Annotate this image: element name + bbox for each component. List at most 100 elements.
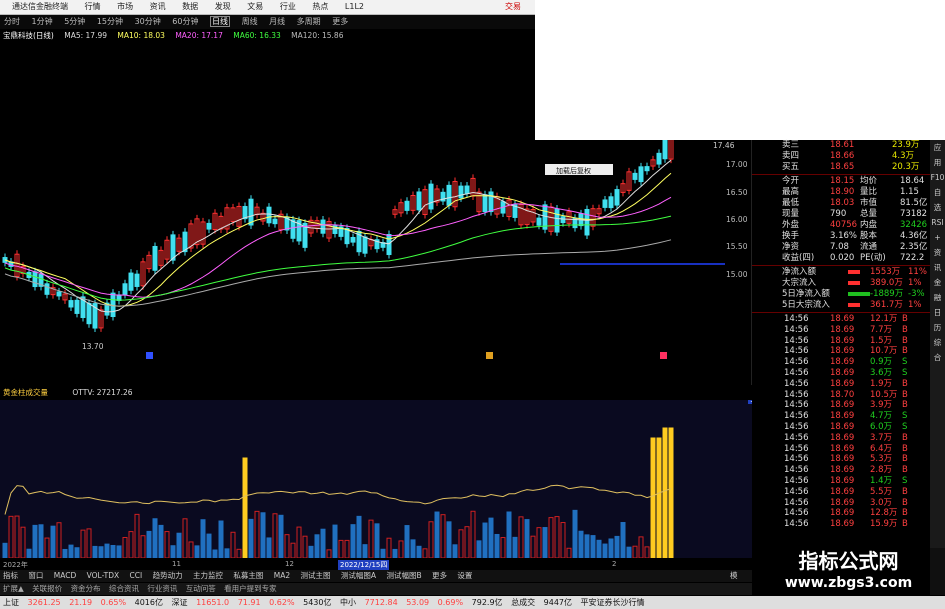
tab-trend[interactable]: 趋势动力 (153, 571, 183, 580)
index-bar: 上证 3261.25 21.19 0.65% 4016亿 深证 11651.0 … (0, 596, 945, 609)
volume-bar (494, 533, 500, 558)
sz-label[interactable]: 深证 (172, 598, 188, 607)
tick-row: 14:56 18.69 7.7万 B (752, 325, 930, 336)
sidebar-item[interactable]: 合 (930, 350, 945, 365)
ext-expert[interactable]: 看用户提到专家 (224, 584, 277, 593)
ext-quote[interactable]: 关联报价 (32, 584, 62, 593)
ext-expand[interactable]: 扩展▲ (3, 584, 24, 593)
tick-time: 14:56 (784, 389, 809, 400)
tick-side: B (902, 324, 908, 335)
tick-side: B (902, 400, 908, 411)
sh-label[interactable]: 上证 (3, 598, 19, 607)
ext-capital[interactable]: 资金分布 (71, 584, 101, 593)
sidebar-item[interactable]: 综 (930, 335, 945, 350)
tab-settings[interactable]: 设置 (457, 571, 472, 580)
date-axis: 2022年 11 12 2022/12/15四 2 (0, 560, 752, 570)
candle-body (386, 234, 392, 256)
menu-wenyi[interactable]: 文易 (247, 2, 263, 11)
volume-bar (68, 544, 74, 558)
tab-macd[interactable]: MACD (54, 571, 76, 580)
tab-test-main[interactable]: 测试主图 (301, 571, 331, 580)
ext-news[interactable]: 综合资讯 (109, 584, 139, 593)
watermark-url: www.zbgs3.com (784, 575, 913, 591)
period-15min[interactable]: 15分钟 (97, 17, 123, 26)
flow-label: 5日净流入额 (782, 289, 830, 299)
tick-volume: 4.7万 (870, 411, 893, 422)
menu-hangye[interactable]: 行业 (280, 2, 296, 11)
ext-qa[interactable]: 互动问答 (186, 584, 216, 593)
volume-bar (164, 531, 170, 558)
sidebar-item[interactable]: RSI (930, 215, 945, 230)
candle-body (86, 302, 92, 325)
volume-bar (536, 527, 542, 558)
sidebar-item[interactable]: 日 (930, 305, 945, 320)
tab-ma2[interactable]: MA2 (274, 571, 290, 580)
tick-side: S (902, 357, 908, 368)
tab-private[interactable]: 私募主图 (233, 571, 263, 580)
candlestick-chart[interactable]: 17.46 13.70 17.00 16.50 16.00 15.50 15.0… (0, 140, 752, 385)
sidebar-item[interactable]: 历 (930, 320, 945, 335)
menu-redian[interactable]: 热点 (312, 2, 328, 11)
candle-body (656, 152, 662, 165)
menu-shichang[interactable]: 市场 (117, 2, 133, 11)
menu-zixun[interactable]: 资讯 (150, 2, 166, 11)
tab-test-a[interactable]: 测试幅图A (341, 571, 376, 580)
tab-window[interactable]: 窗口 (28, 571, 43, 580)
flow-row: 5日大宗流入 361.7万 1% (752, 300, 930, 311)
volume-bar (278, 514, 284, 558)
sz-change: 71.91 (237, 598, 261, 607)
sidebar-item[interactable]: 应 (930, 140, 945, 155)
sidebar-item[interactable]: 融 (930, 290, 945, 305)
menu-hangqing[interactable]: 行情 (85, 2, 101, 11)
period-multi[interactable]: 多周期 (297, 17, 321, 26)
tab-more[interactable]: 更多 (432, 571, 447, 580)
period-5min[interactable]: 5分钟 (64, 17, 85, 26)
sidebar-item[interactable]: 资 (930, 245, 945, 260)
sidebar-item[interactable]: 金 (930, 275, 945, 290)
period-more[interactable]: 更多 (332, 17, 348, 26)
sz-value: 11651.0 (196, 598, 230, 607)
order-volume: 20.3万 (892, 162, 920, 172)
tab-main-monitor[interactable]: 主力监控 (193, 571, 223, 580)
period-monthly[interactable]: 月线 (269, 17, 285, 26)
volume-chart[interactable]: 15113 14000 12000 10000 8000 6000 4000 2… (0, 400, 752, 558)
tick-price: 18.69 (830, 357, 855, 368)
tick-price: 18.69 (830, 454, 855, 465)
flow-value: 389.0万 (870, 278, 903, 288)
tab-cci[interactable]: CCI (130, 571, 143, 580)
period-weekly[interactable]: 周线 (242, 17, 258, 26)
app-title: 通达信金融终端 (12, 2, 68, 11)
sh-change: 21.19 (69, 598, 93, 607)
ext-industry[interactable]: 行业资讯 (147, 584, 177, 593)
menu-l1l2[interactable]: L1L2 (345, 2, 364, 11)
menu-faxian[interactable]: 发现 (215, 2, 231, 11)
sidebar-item[interactable]: 用 (930, 155, 945, 170)
ma5-label: MA5: 17.99 (64, 31, 108, 40)
tick-row: 14:56 18.69 6.0万 S (752, 422, 930, 433)
volume-bar (656, 437, 662, 558)
period-fenshi[interactable]: 分时 (4, 17, 20, 26)
sidebar-item[interactable]: 讯 (930, 260, 945, 275)
sidebar-item[interactable]: F10 (930, 170, 945, 185)
stat-label2: 流通 (860, 242, 878, 252)
flow-label: 大宗流入 (782, 278, 817, 288)
menu-shuju[interactable]: 数据 (182, 2, 198, 11)
period-60min[interactable]: 60分钟 (172, 17, 198, 26)
period-30min[interactable]: 30分钟 (135, 17, 161, 26)
sidebar-item[interactable]: 选 (930, 200, 945, 215)
marker-icon (146, 352, 153, 359)
zx-label[interactable]: 中小 (340, 598, 356, 607)
period-daily[interactable]: 日线 (210, 16, 231, 27)
sidebar-item[interactable]: + (930, 230, 945, 245)
volume-bar (350, 524, 356, 558)
tab-indicator[interactable]: 指标 (3, 571, 18, 580)
volume-bar (566, 547, 572, 558)
tab-vol-tdx[interactable]: VOL-TDX (87, 571, 119, 580)
period-1min[interactable]: 1分钟 (32, 17, 53, 26)
order-price: 18.65 (830, 162, 855, 172)
stat-value2: 722.2 (900, 253, 925, 263)
tab-test-b[interactable]: 测试幅图B (386, 571, 421, 580)
tick-volume: 12.1万 (870, 314, 898, 324)
tick-volume: 0.9万 (870, 357, 893, 368)
sidebar-item[interactable]: 自 (930, 185, 945, 200)
